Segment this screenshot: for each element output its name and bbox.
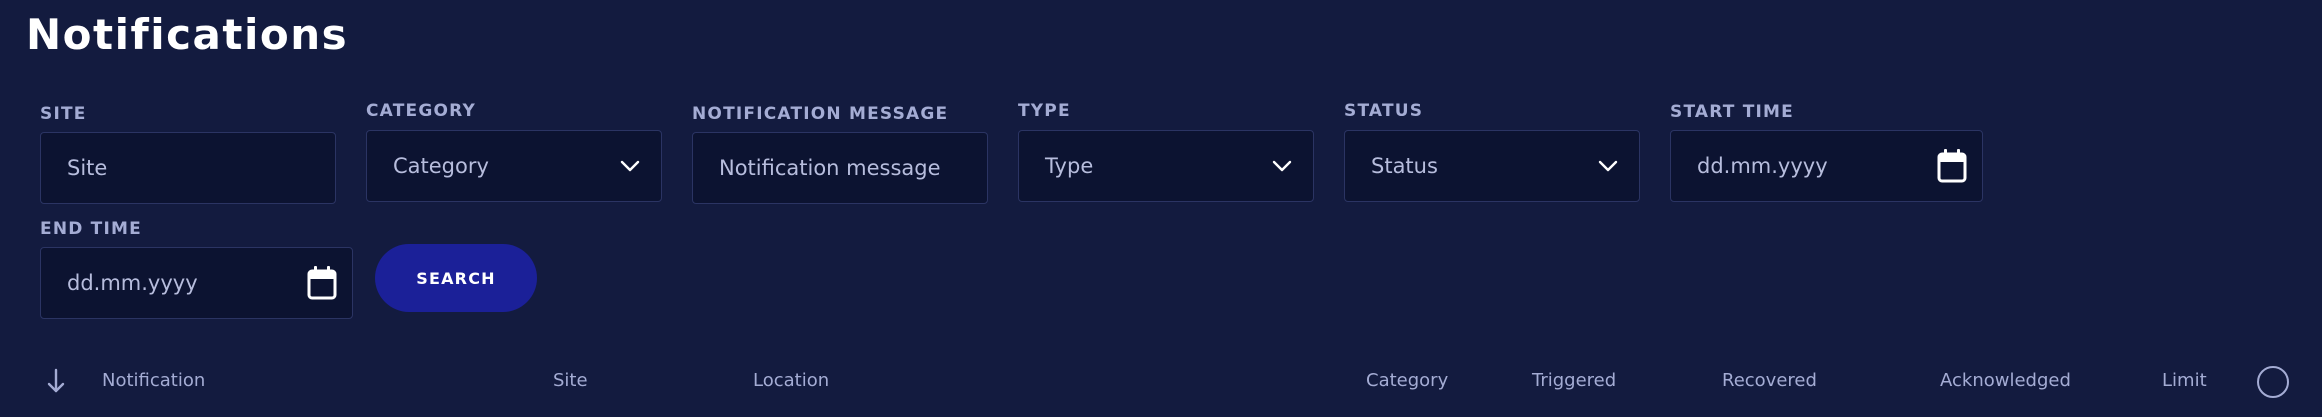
end-time-filter: END TIME dd.mm.yyyy (40, 219, 353, 319)
message-placeholder: Notification message (719, 156, 941, 180)
status-select[interactable]: Status (1344, 130, 1640, 202)
column-limit[interactable]: Limit (2162, 370, 2207, 391)
notifications-page: Notifications SITE Site CATEGORY Categor… (0, 0, 2322, 417)
arrow-down-icon[interactable] (46, 368, 66, 394)
category-filter: CATEGORY Category (366, 101, 662, 202)
column-acknowledged[interactable]: Acknowledged (1940, 370, 2071, 391)
end-time-label: END TIME (40, 219, 142, 239)
site-placeholder: Site (67, 156, 108, 180)
page-title: Notifications (26, 10, 349, 59)
chevron-down-icon (1598, 160, 1618, 172)
site-label: SITE (40, 104, 87, 124)
column-recovered[interactable]: Recovered (1722, 370, 1817, 391)
category-label: CATEGORY (366, 101, 476, 121)
status-filter: STATUS Status (1344, 101, 1640, 202)
end-time-input[interactable]: dd.mm.yyyy (40, 247, 353, 319)
start-time-input[interactable]: dd.mm.yyyy (1670, 130, 1983, 202)
site-filter: SITE Site (40, 104, 336, 204)
site-input[interactable]: Site (40, 132, 336, 204)
type-select[interactable]: Type (1018, 130, 1314, 202)
message-label: NOTIFICATION MESSAGE (692, 104, 949, 124)
column-location[interactable]: Location (753, 370, 829, 391)
column-site[interactable]: Site (553, 370, 588, 391)
message-filter: NOTIFICATION MESSAGE Notification messag… (692, 104, 988, 204)
chevron-down-icon (620, 160, 640, 172)
search-button[interactable]: SEARCH (375, 244, 537, 312)
table-header: Notification Site Location Category Trig… (0, 362, 2322, 406)
calendar-icon[interactable] (1936, 148, 1968, 184)
status-label: STATUS (1344, 101, 1424, 121)
column-triggered[interactable]: Triggered (1532, 370, 1616, 391)
column-category[interactable]: Category (1366, 370, 1448, 391)
chevron-down-icon (1272, 160, 1292, 172)
message-input[interactable]: Notification message (692, 132, 988, 204)
calendar-icon[interactable] (306, 265, 338, 301)
column-notification[interactable]: Notification (102, 370, 205, 391)
select-all-checkbox[interactable] (2257, 366, 2289, 398)
category-select[interactable]: Category (366, 130, 662, 202)
start-time-label: START TIME (1670, 102, 1794, 122)
type-label: TYPE (1018, 101, 1071, 121)
start-time-filter: START TIME dd.mm.yyyy (1670, 102, 1983, 202)
type-filter: TYPE Type (1018, 101, 1314, 202)
